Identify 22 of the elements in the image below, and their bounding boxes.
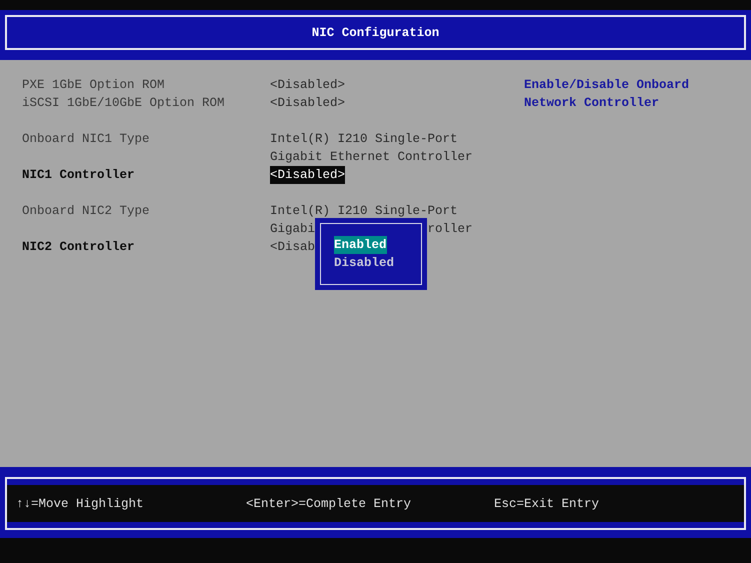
setting-value[interactable]: <Disab xyxy=(270,238,316,256)
setting-label: NIC1 Controller xyxy=(22,167,136,184)
setting-value[interactable]: <Disabled> xyxy=(270,166,346,184)
key-hint: <Enter>=Complete Entry xyxy=(246,496,412,510)
setting-label: iSCSI 1GbE/10GbE Option ROM xyxy=(22,95,226,112)
setting-value: <Disabled> xyxy=(270,77,346,94)
setting-value: Intel(R) I210 Single-Port xyxy=(270,131,458,148)
popup-option[interactable]: Enabled xyxy=(334,236,387,254)
help-text: Enable/Disable Onboard Network Controller xyxy=(524,77,690,112)
popup-option[interactable]: Disabled xyxy=(334,254,394,272)
setting-label: NIC2 Controller xyxy=(22,239,136,256)
setting-value: roller xyxy=(428,221,473,238)
setting-value: Gigabi xyxy=(270,221,316,238)
setting-value: Intel(R) I210 Single-Port xyxy=(270,203,458,220)
page-title: NIC Configuration xyxy=(312,26,440,40)
key-hint: ↑↓=Move Highlight xyxy=(16,496,145,510)
setting-label: Onboard NIC2 Type xyxy=(22,203,151,220)
setting-label: Onboard NIC1 Type xyxy=(22,131,151,148)
setting-value: Gigabit Ethernet Controller xyxy=(270,149,473,166)
key-hint: Esc=Exit Entry xyxy=(494,496,600,510)
setting-label: PXE 1GbE Option ROM xyxy=(22,77,166,94)
setting-value: <Disabled> xyxy=(270,95,346,112)
